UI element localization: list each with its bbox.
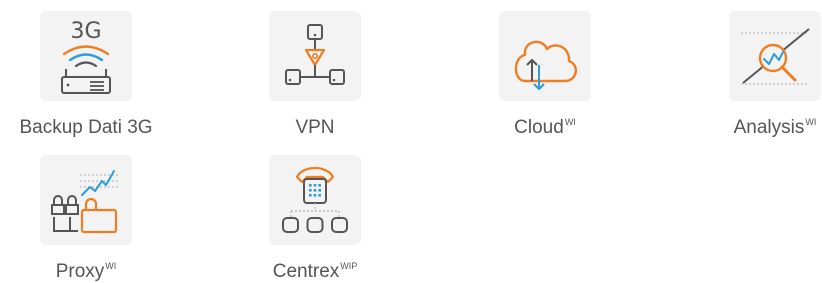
- router-3g-text: 3G: [70, 19, 101, 44]
- analysis-magnifier-icon: [741, 28, 810, 85]
- vpn-icon-box: [269, 11, 361, 101]
- service-tile-backup-3g[interactable]: 3G Backup Dati 3G: [19, 11, 153, 139]
- service-title: VPN: [295, 117, 335, 138]
- service-tile-analysis[interactable]: AnalysisWI: [729, 11, 821, 139]
- service-title: Proxy: [55, 261, 105, 282]
- service-label: Backup Dati 3G: [19, 117, 152, 139]
- backup-3g-icon-box: 3G: [40, 11, 132, 101]
- service-tile-proxy[interactable]: ProxyWI: [40, 155, 132, 283]
- service-label: AnalysisWI: [734, 117, 817, 139]
- centrex-icon-box: [269, 155, 361, 245]
- service-badge: WI: [105, 261, 117, 271]
- service-label: ProxyWI: [56, 261, 117, 283]
- vpn-network-icon: [285, 24, 345, 85]
- service-tile-vpn[interactable]: VPN: [269, 11, 361, 139]
- proxy-icon-box: [40, 155, 132, 245]
- service-tile-cloud[interactable]: CloudWI: [499, 11, 591, 139]
- analysis-icon-box: [729, 11, 821, 101]
- proxy-lock-icon: [51, 170, 120, 234]
- service-title: Cloud: [514, 117, 564, 138]
- service-tile-centrex[interactable]: CentrexWIP: [269, 155, 361, 283]
- cloud-sync-icon: [514, 40, 577, 90]
- service-badge: WI: [564, 117, 576, 127]
- service-label: VPN: [295, 117, 334, 139]
- service-badge: WI: [805, 117, 817, 127]
- service-title: Analysis: [733, 117, 805, 138]
- service-label: CentrexWIP: [273, 261, 358, 283]
- service-title: Backup Dati 3G: [19, 117, 153, 138]
- 3g-router-icon: 3G: [61, 19, 111, 94]
- service-badge: WIP: [340, 261, 358, 271]
- service-title: Centrex: [272, 261, 340, 282]
- service-label: CloudWI: [514, 117, 576, 139]
- cloud-icon-box: [499, 11, 591, 101]
- centrex-phone-icon: [282, 166, 348, 233]
